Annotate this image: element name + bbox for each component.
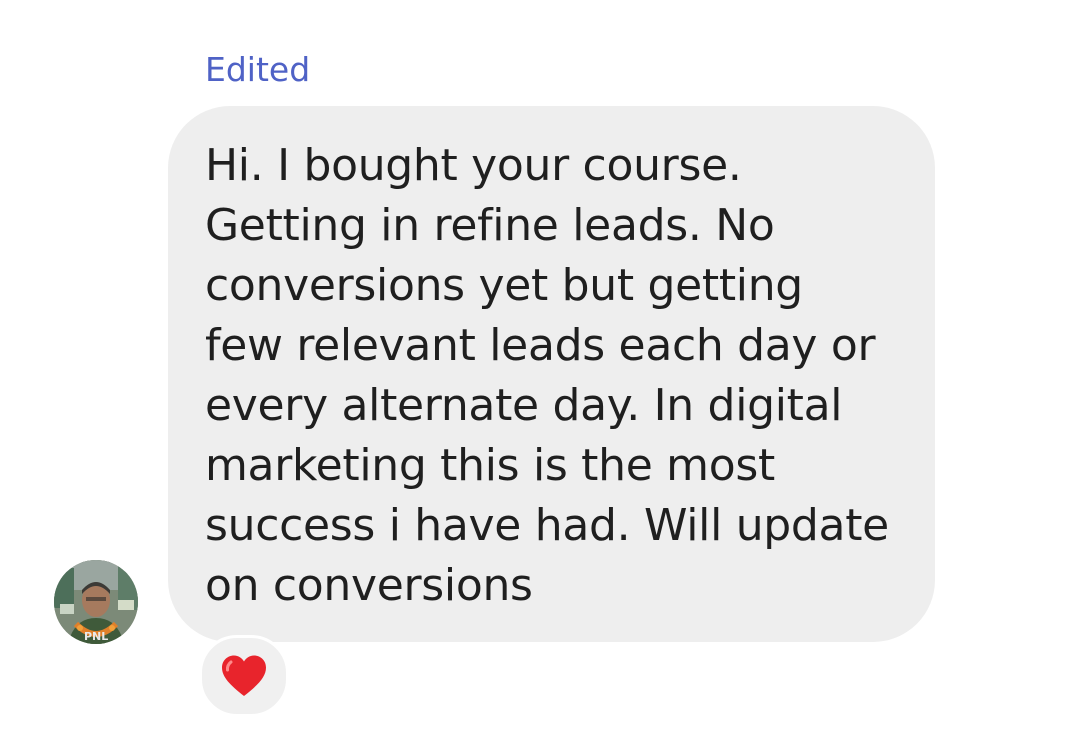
edited-label: Edited bbox=[205, 50, 311, 89]
message-line: on conversions bbox=[205, 560, 533, 611]
red-heart-icon bbox=[222, 655, 266, 696]
message-line: success i have had. Will update bbox=[205, 500, 889, 551]
sender-avatar[interactable]: PNL bbox=[54, 560, 138, 644]
svg-text:PNL: PNL bbox=[84, 630, 108, 643]
avatar-photo: PNL bbox=[54, 560, 138, 644]
message-line: few relevant leads each day or bbox=[205, 320, 876, 371]
message-line: conversions yet but getting bbox=[205, 260, 803, 311]
message-text: Hi. I bought your course. Getting in ref… bbox=[205, 136, 915, 616]
message-line: Getting in refine leads. No bbox=[205, 200, 775, 251]
message-line: Hi. I bought your course. bbox=[205, 140, 742, 191]
message-line: every alternate day. In digital bbox=[205, 380, 843, 431]
message-line: marketing this is the most bbox=[205, 440, 775, 491]
reaction-badge[interactable] bbox=[199, 635, 289, 717]
